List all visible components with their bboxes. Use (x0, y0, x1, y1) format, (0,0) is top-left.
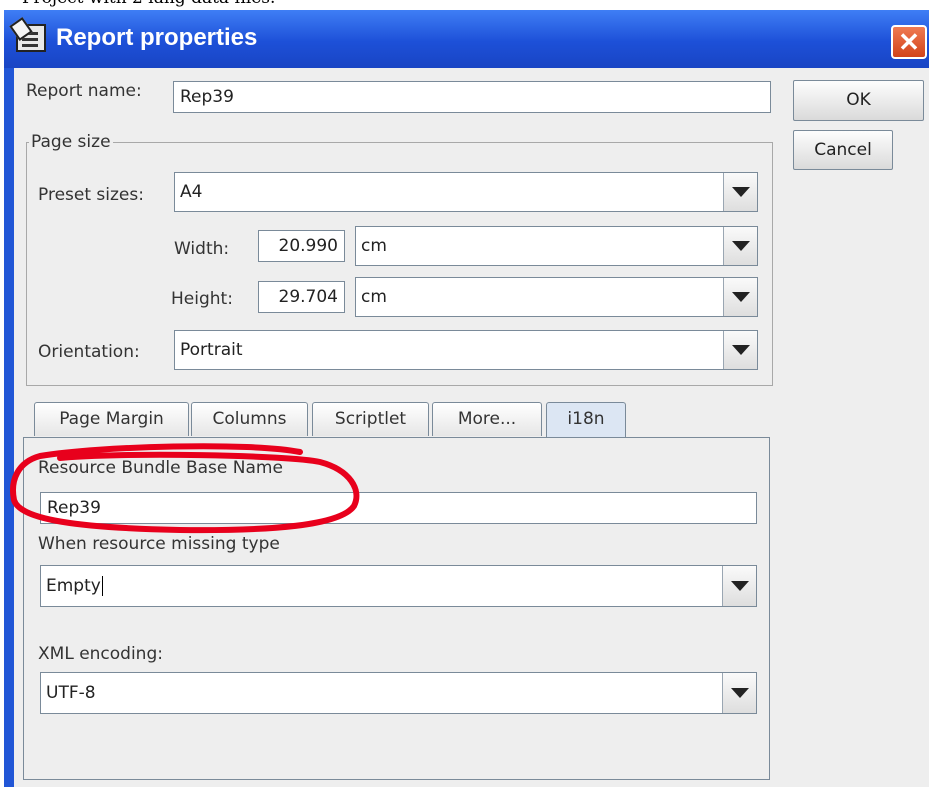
height-unit-value: cm (361, 287, 387, 307)
width-unit-select[interactable]: cm (355, 226, 758, 266)
chevron-down-icon[interactable] (722, 673, 756, 713)
xml-encoding-label: XML encoding: (38, 644, 163, 664)
background-text-strip: Project with 2 lang data files. (0, 0, 929, 10)
tab-more[interactable]: More... (432, 402, 542, 436)
missing-type-select[interactable]: Empty (40, 565, 757, 607)
ok-button[interactable]: OK (793, 80, 924, 121)
preset-sizes-value: A4 (180, 182, 203, 202)
cancel-button[interactable]: Cancel (793, 130, 893, 170)
page-size-legend: Page size (31, 132, 111, 152)
width-input[interactable]: 20.990 (258, 230, 345, 262)
height-input[interactable]: 29.704 (258, 281, 345, 313)
orientation-select[interactable]: Portrait (174, 330, 758, 370)
orientation-value: Portrait (180, 340, 243, 360)
background-text: Project with 2 lang data files. (22, 0, 275, 8)
tab-columns[interactable]: Columns (191, 402, 308, 436)
width-unit-value: cm (361, 236, 387, 256)
xml-encoding-value: UTF-8 (46, 683, 96, 703)
report-name-label: Report name: (26, 81, 142, 101)
bundle-base-name-label: Resource Bundle Base Name (38, 458, 283, 478)
dialog-title: Report properties (56, 24, 258, 51)
missing-type-label: When resource missing type (38, 534, 280, 554)
xml-encoding-select[interactable]: UTF-8 (40, 672, 757, 714)
bundle-base-name-input[interactable]: Rep39 (40, 492, 757, 524)
title-bar[interactable]: Report properties ✕ (4, 10, 929, 68)
close-icon: ✕ (898, 27, 920, 57)
i18n-tab-panel (23, 437, 770, 780)
chevron-down-icon[interactable] (723, 173, 757, 211)
close-button[interactable]: ✕ (891, 25, 927, 59)
tab-page-margin[interactable]: Page Margin (34, 402, 189, 436)
height-unit-select[interactable]: cm (355, 277, 758, 317)
chevron-down-icon[interactable] (722, 566, 756, 606)
tab-i18n[interactable]: i18n (546, 402, 626, 438)
chevron-down-icon[interactable] (723, 278, 757, 316)
report-name-input[interactable]: Rep39 (173, 81, 771, 113)
chevron-down-icon[interactable] (723, 227, 757, 265)
missing-type-value: Empty (46, 576, 103, 596)
preset-sizes-label: Preset sizes: (38, 185, 144, 205)
text-cursor (101, 576, 103, 596)
preset-sizes-select[interactable]: A4 (174, 172, 758, 212)
report-properties-dialog: Report properties ✕ Report name: Rep39 O… (4, 10, 929, 787)
height-label: Height: (171, 289, 233, 309)
dialog-content: Report name: Rep39 OK Cancel Page size P… (14, 68, 929, 787)
tab-scriptlet[interactable]: Scriptlet (312, 402, 429, 436)
orientation-label: Orientation: (38, 342, 140, 362)
report-icon (16, 24, 46, 52)
chevron-down-icon[interactable] (723, 331, 757, 369)
width-label: Width: (174, 239, 230, 259)
